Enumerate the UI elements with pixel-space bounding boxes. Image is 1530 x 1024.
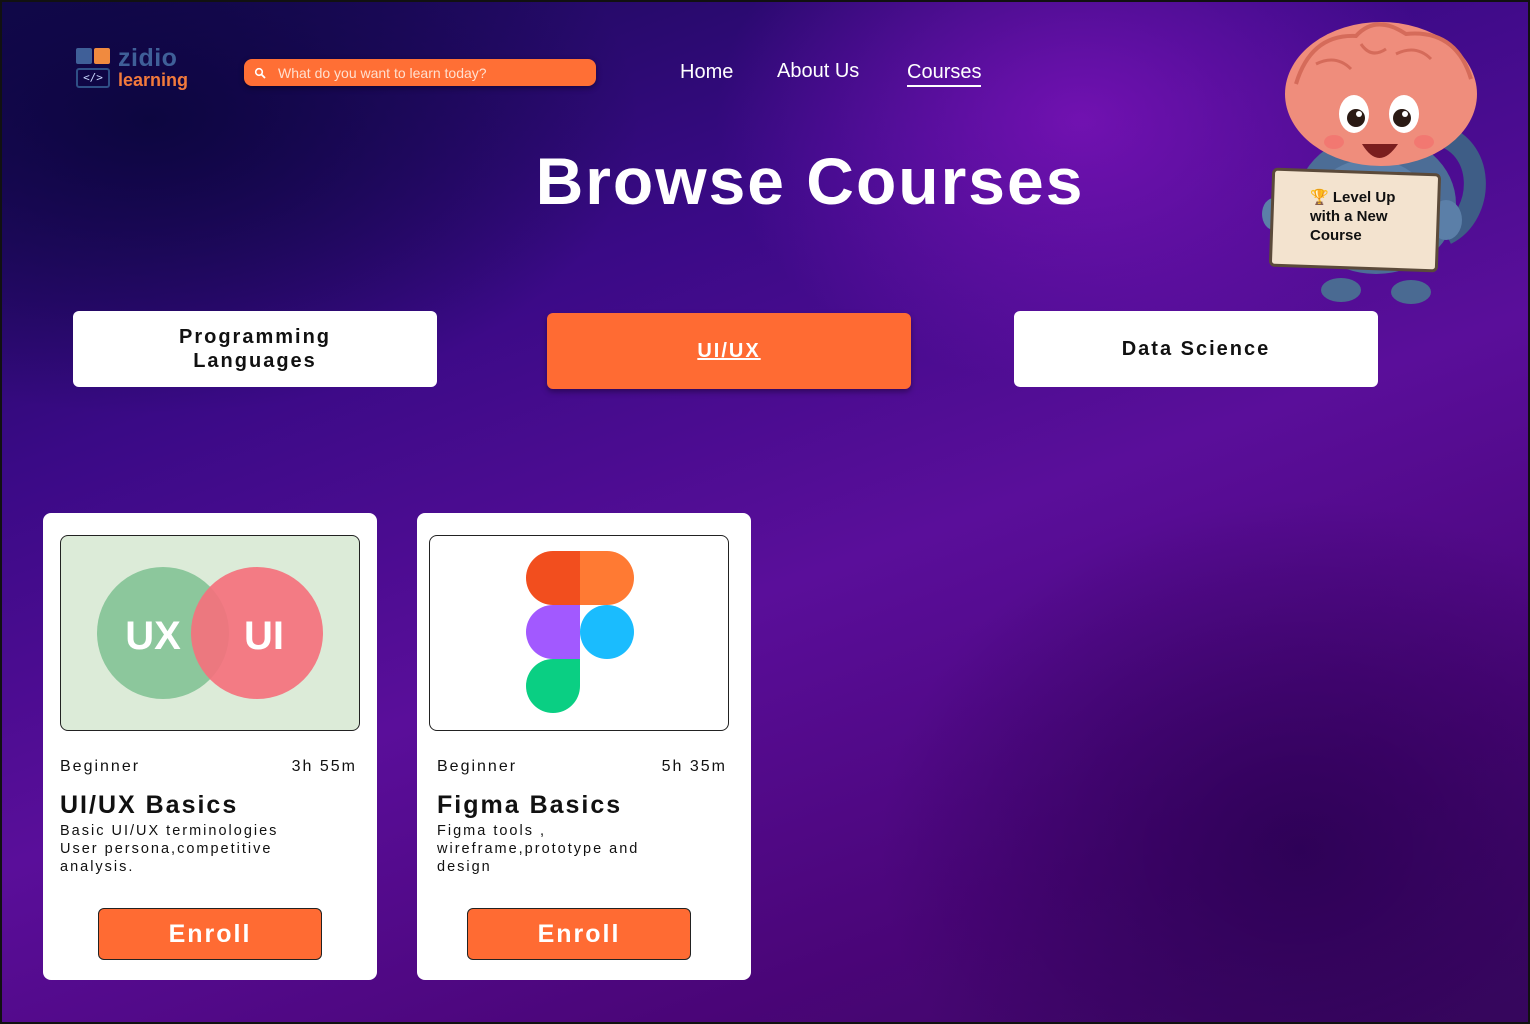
thumb-ux-text: UX — [125, 614, 181, 658]
course-card-uiux-basics[interactable]: UX UI Beginner 3h 55m UI/UX Basics Basic… — [43, 513, 377, 980]
course-thumbnail: UX UI — [60, 535, 360, 731]
nav-about-link[interactable]: About Us — [777, 60, 859, 83]
course-level: Beginner — [60, 758, 141, 775]
search-bar[interactable] — [244, 59, 596, 86]
tab-ui-ux[interactable]: UI/UX — [547, 313, 911, 389]
tab-label: UI/UX — [697, 340, 761, 362]
page-title: Browse Courses — [535, 144, 1085, 218]
brain-mascot-illustration: 🏆 Level Up with a New Course — [1256, 14, 1496, 310]
nav-home-link[interactable]: Home — [680, 61, 733, 84]
course-description: Figma tools , wireframe,prototype and de… — [437, 822, 707, 876]
course-description: Basic UI/UX terminologies User persona,c… — [60, 822, 330, 876]
course-thumbnail — [429, 535, 729, 731]
desc-line: Figma tools , — [437, 823, 546, 839]
mascot-sign-line2: with a New — [1310, 208, 1388, 225]
search-icon — [254, 67, 266, 79]
tab-label-line1: Programming — [178, 326, 332, 348]
logo-text-learning: learning — [118, 70, 189, 90]
course-level: Beginner — [437, 758, 518, 775]
desc-line: design — [437, 859, 492, 875]
course-title: UI/UX Basics — [60, 791, 239, 819]
tab-label: Data Science — [1121, 338, 1271, 360]
tab-label-line2: Languages — [193, 350, 317, 372]
course-card-figma-basics[interactable]: Beginner 5h 35m Figma Basics Figma tools… — [417, 513, 751, 980]
desc-line: Basic UI/UX terminologies — [60, 823, 279, 839]
desc-line: User persona,competitive — [60, 841, 273, 857]
tab-data-science[interactable]: Data Science — [1014, 311, 1378, 387]
enroll-button[interactable]: Enroll — [467, 908, 691, 960]
mascot-sign-line1: 🏆 Level Up — [1310, 189, 1396, 206]
course-duration: 5h 35m — [661, 758, 727, 775]
nav-courses-link[interactable]: Courses — [907, 61, 982, 87]
desc-line: wireframe,prototype and — [437, 841, 640, 857]
course-duration: 3h 55m — [291, 758, 357, 775]
logo-text-zidio: zidio — [118, 44, 178, 72]
search-input[interactable] — [278, 64, 596, 81]
tab-programming-languages[interactable]: Programming Languages — [73, 311, 437, 387]
enroll-button[interactable]: Enroll — [98, 908, 322, 960]
logo-mark-icon: </> — [76, 48, 112, 90]
figma-logo-icon — [526, 551, 634, 713]
course-title: Figma Basics — [437, 791, 623, 819]
thumb-ui-text: UI — [244, 614, 284, 658]
code-icon: </> — [76, 68, 110, 88]
zidio-learning-logo[interactable]: </> zidio learning — [76, 44, 196, 94]
desc-line: analysis. — [60, 859, 135, 875]
mascot-sign-line3: Course — [1310, 227, 1362, 244]
